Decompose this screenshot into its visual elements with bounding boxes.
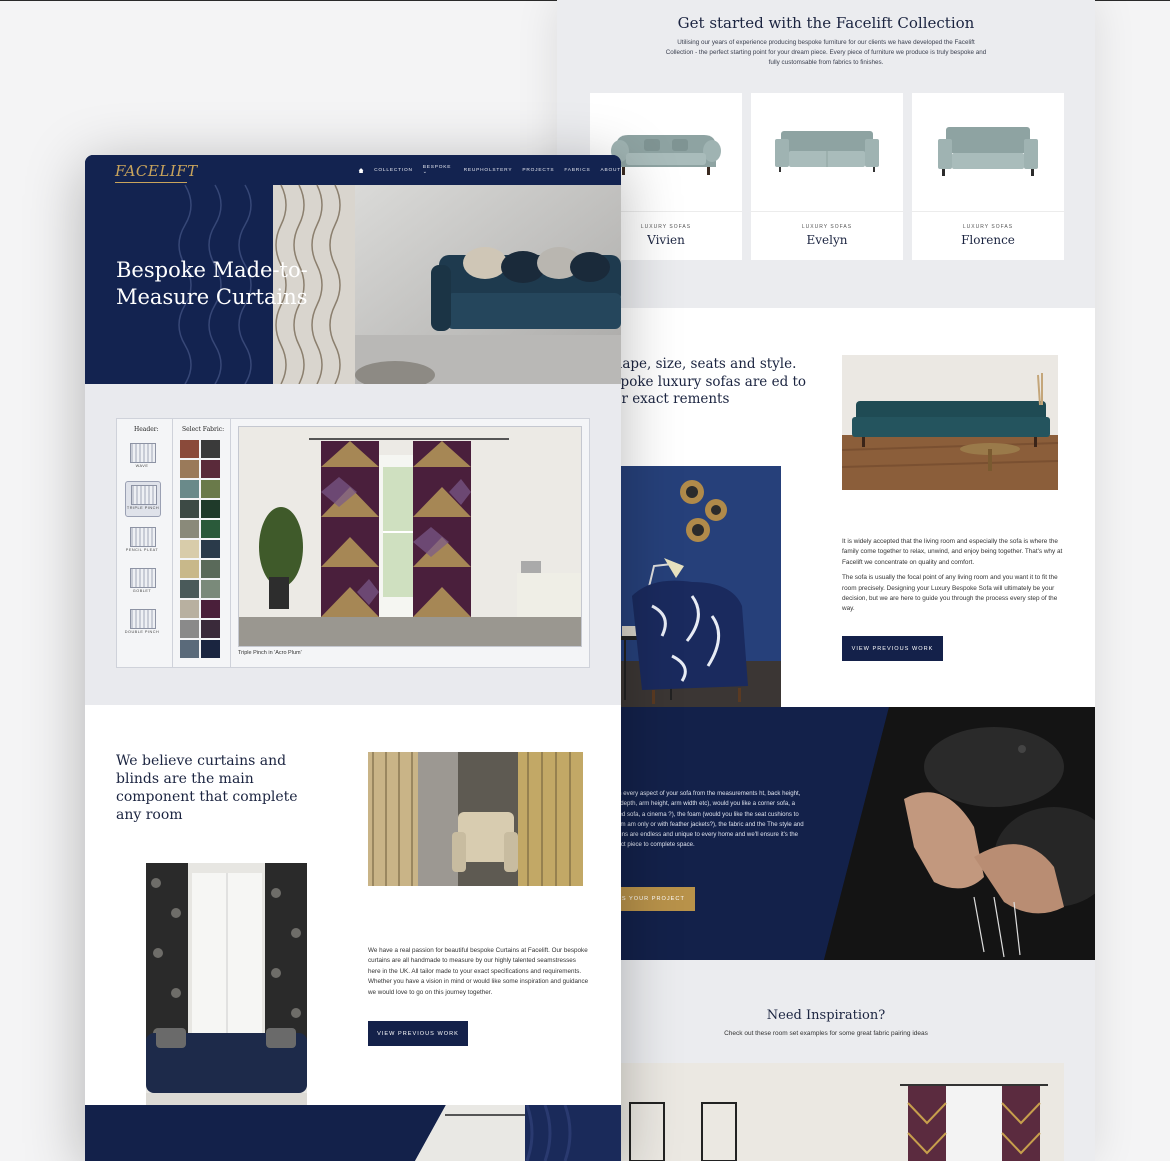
sofa-paragraph-1: It is widely accepted that the living ro… (842, 538, 1063, 566)
inspiration-room-photo (590, 1063, 1064, 1161)
nav-collection[interactable]: COLLECTION (374, 168, 413, 173)
fabric-swatch[interactable] (201, 580, 220, 598)
header-option-double-pinch[interactable]: DOUBLE PINCH (125, 606, 159, 640)
product-category: LUXURY SOFAS (801, 224, 853, 230)
view-previous-work-button[interactable]: VIEW PREVIOUS WORK (842, 636, 943, 661)
fabric-swatch[interactable] (180, 480, 199, 498)
nav-fabrics[interactable]: FABRICS (564, 168, 590, 173)
fabric-swatch[interactable] (180, 500, 199, 518)
curtains-page-mockup: FACELIFT COLLECTION BESPOKE ⌄ REUPHOLSTE… (85, 155, 621, 1161)
fabric-swatch[interactable] (201, 520, 220, 538)
fabric-swatch[interactable] (180, 640, 199, 658)
pencil-pleat-header-icon (130, 527, 156, 547)
double-pinch-header-icon (130, 609, 156, 629)
header-label: Header: (134, 426, 159, 433)
design-text: esign every aspect of your sofa from the… (607, 790, 804, 849)
fabric-swatch[interactable] (180, 540, 199, 558)
product-category: LUXURY SOFAS (962, 224, 1014, 230)
header-option-triple-pinch[interactable]: TRIPLE PINCH (125, 481, 161, 517)
product-card-florence[interactable]: LUXURY SOFAS Florence (912, 93, 1064, 260)
blue-armchair-photo (612, 466, 781, 743)
patterned-curtains-photo (368, 752, 583, 886)
header-option-pencil-pleat[interactable]: PENCIL PLEAT (125, 524, 159, 558)
curtain-preview-image (238, 426, 582, 647)
sofa-image (912, 93, 1064, 211)
sofa-shape-heading: t shape, size, seats and style. bespoke … (597, 356, 807, 407)
goblet-header-icon (130, 568, 156, 588)
fabric-swatch[interactable] (201, 480, 220, 498)
nav-bespoke[interactable]: BESPOKE ⌄ (423, 165, 454, 175)
fabric-swatch[interactable] (201, 500, 220, 518)
fabric-swatch[interactable] (180, 520, 199, 538)
sofa-intro-text: It is widely accepted that the living ro… (842, 537, 1068, 620)
product-name: Florence (961, 233, 1015, 247)
nav-projects[interactable]: PROJECTS (522, 168, 554, 173)
wave-header-icon (130, 443, 156, 463)
fabric-swatch[interactable] (201, 560, 220, 578)
nav-about[interactable]: ABOUT (600, 168, 621, 173)
footer-slant-panel (415, 1105, 621, 1161)
facelift-logo[interactable]: FACELIFT (115, 162, 198, 180)
collection-title: Get started with the Facelift Collection (677, 14, 975, 32)
background-page-mockup: Get started with the Facelift Collection… (557, 0, 1095, 1161)
fabric-swatch[interactable] (201, 600, 220, 618)
main-navigation: COLLECTION BESPOKE ⌄ REUPHOLSTERY PROJEC… (358, 165, 621, 175)
hero-title: Bespoke Made-to-Measure Curtains (116, 258, 308, 309)
logo-underline (115, 182, 187, 183)
curtains-paragraph: We have a real passion for beautiful bes… (368, 947, 589, 996)
product-card-evelyn[interactable]: LUXURY SOFAS Evelyn (751, 93, 903, 260)
fabric-swatch-grid (180, 440, 222, 658)
header-option-wave[interactable]: WAVE (125, 440, 159, 474)
inspiration-subtitle: Check out these room set examples for so… (724, 1030, 928, 1037)
fabric-swatch[interactable] (201, 640, 220, 658)
product-name: Evelyn (806, 233, 848, 247)
preview-caption: Triple Pinch in 'Acro Plum' (238, 650, 302, 656)
collection-description: Utilising our years of experience produc… (665, 39, 987, 66)
fabric-label: Select Fabric: (182, 426, 225, 433)
fabric-swatch[interactable] (180, 580, 199, 598)
header-style-list: WAVE TRIPLE PINCH PENCIL PLEAT GOBLET DO… (125, 440, 161, 647)
fabric-swatch[interactable] (180, 620, 199, 638)
fabric-swatch[interactable] (180, 600, 199, 618)
curtains-heading: We believe curtains and blinds are the m… (116, 753, 298, 823)
teal-sofa-photo (842, 355, 1058, 490)
sofa-paragraph-2: The sofa is usually the focal point of a… (842, 574, 1058, 613)
nav-reupholstery[interactable]: REUPHOLSTERY (464, 168, 513, 173)
home-icon[interactable] (358, 167, 364, 174)
fabric-swatch[interactable] (201, 460, 220, 478)
sofa-image (751, 93, 903, 211)
view-previous-work-button[interactable]: VIEW PREVIOUS WORK (368, 1021, 468, 1046)
hero-banner: FACELIFT COLLECTION BESPOKE ⌄ REUPHOLSTE… (85, 155, 621, 384)
fabric-swatch[interactable] (180, 440, 199, 458)
header-option-goblet[interactable]: GOBLET (125, 565, 159, 599)
fabric-swatch[interactable] (201, 540, 220, 558)
fabric-swatch[interactable] (201, 620, 220, 638)
triple-pinch-header-icon (131, 485, 157, 505)
fabric-swatch[interactable] (180, 460, 199, 478)
inspiration-title: Need Inspiration? (766, 1008, 886, 1023)
fabric-swatch[interactable] (201, 440, 220, 458)
fabric-swatch[interactable] (180, 560, 199, 578)
